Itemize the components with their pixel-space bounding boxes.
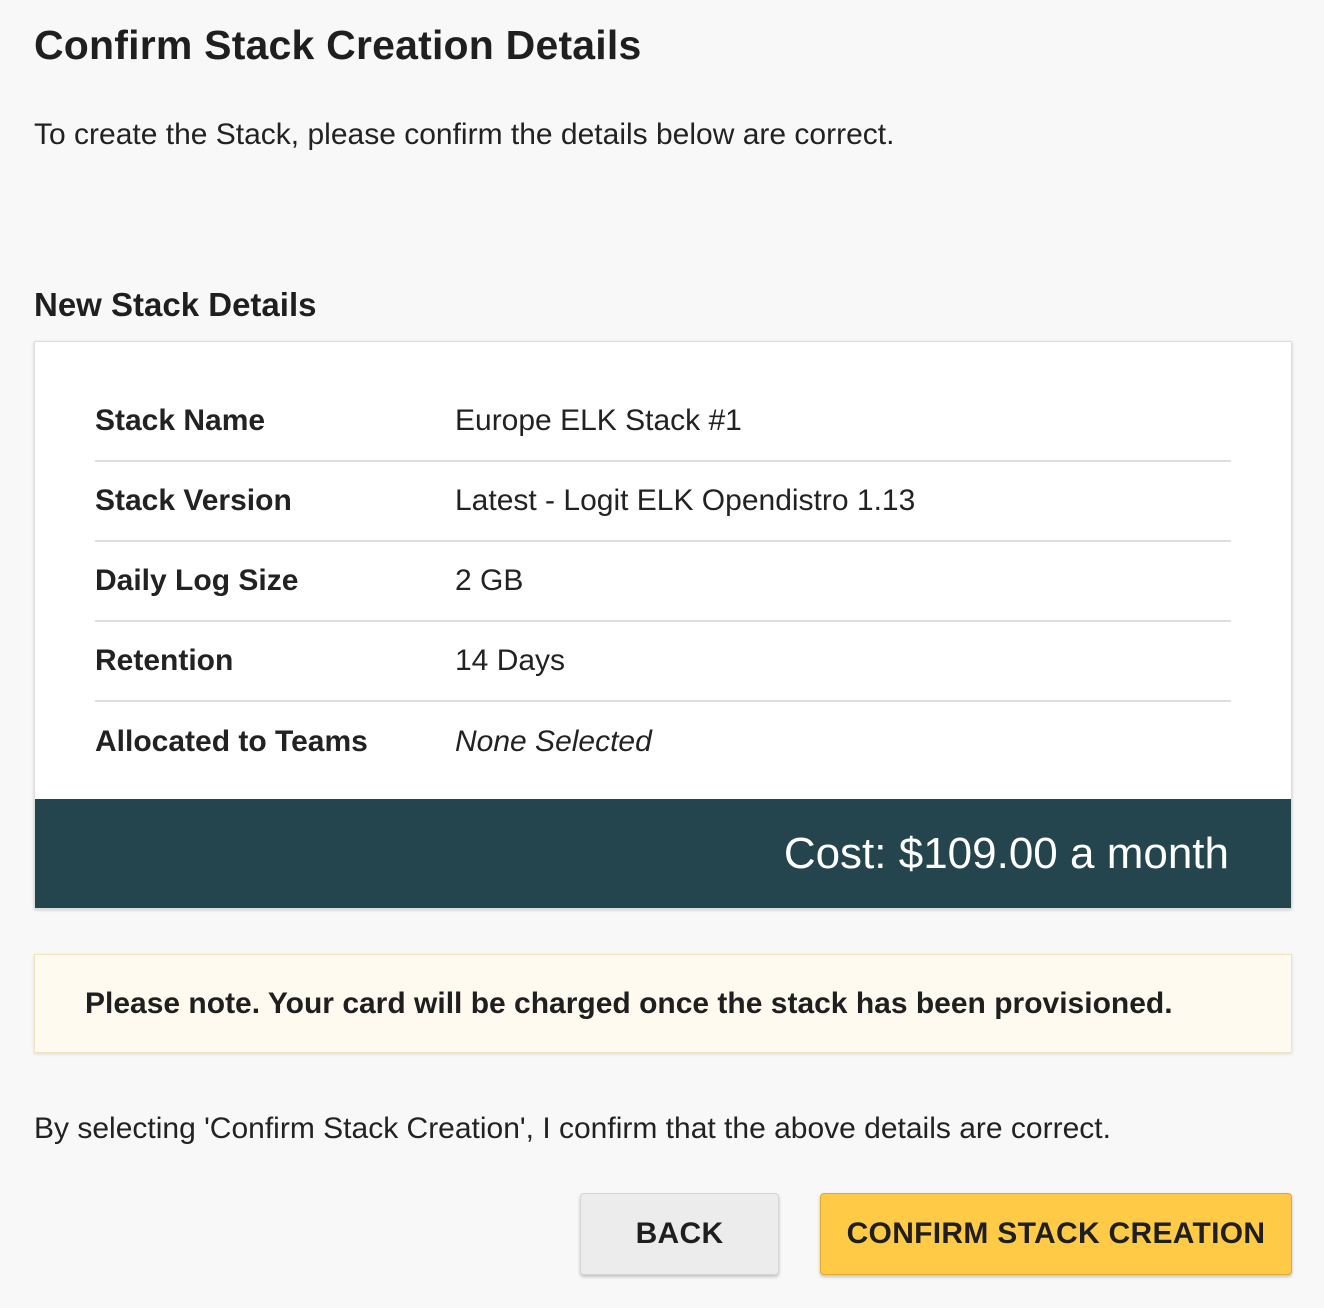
cost-bar: Cost: $109.00 a month — [35, 799, 1291, 908]
detail-label: Allocated to Teams — [95, 725, 368, 758]
detail-row-stack-name: Stack Name Europe ELK Stack #1 — [95, 382, 1231, 462]
detail-row-stack-version: Stack Version Latest - Logit ELK Opendis… — [95, 462, 1231, 542]
section-title: New Stack Details — [34, 286, 317, 323]
notice-text: Please note. Your card will be charged o… — [85, 986, 1173, 1020]
detail-value: Latest - Logit ELK Opendistro 1.13 — [455, 484, 916, 517]
detail-row-allocated-teams: Allocated to Teams None Selected — [95, 702, 1231, 782]
details-table: Stack Name Europe ELK Stack #1 Stack Ver… — [95, 382, 1231, 782]
consent-text: By selecting 'Confirm Stack Creation', I… — [34, 1112, 1111, 1145]
confirm-stack-creation-button[interactable]: CONFIRM STACK CREATION — [820, 1193, 1292, 1275]
intro-text: To create the Stack, please confirm the … — [34, 118, 895, 151]
detail-label: Stack Name — [95, 404, 266, 437]
detail-row-daily-log-size: Daily Log Size 2 GB — [95, 542, 1231, 622]
stack-details-card: Stack Name Europe ELK Stack #1 Stack Ver… — [34, 341, 1292, 909]
detail-label: Daily Log Size — [95, 564, 299, 597]
detail-label: Stack Version — [95, 484, 292, 517]
detail-value: 2 GB — [455, 564, 524, 597]
detail-row-retention: Retention 14 Days — [95, 622, 1231, 702]
detail-value: None Selected — [455, 725, 652, 758]
detail-value: 14 Days — [455, 644, 566, 677]
billing-notice: Please note. Your card will be charged o… — [34, 954, 1292, 1053]
detail-value: Europe ELK Stack #1 — [455, 404, 742, 437]
back-button[interactable]: BACK — [580, 1193, 779, 1275]
detail-label: Retention — [95, 644, 234, 677]
cost-text: Cost: $109.00 a month — [783, 828, 1229, 878]
confirm-stack-page: Confirm Stack Creation Details To create… — [0, 0, 1324, 1308]
page-title: Confirm Stack Creation Details — [34, 22, 642, 68]
